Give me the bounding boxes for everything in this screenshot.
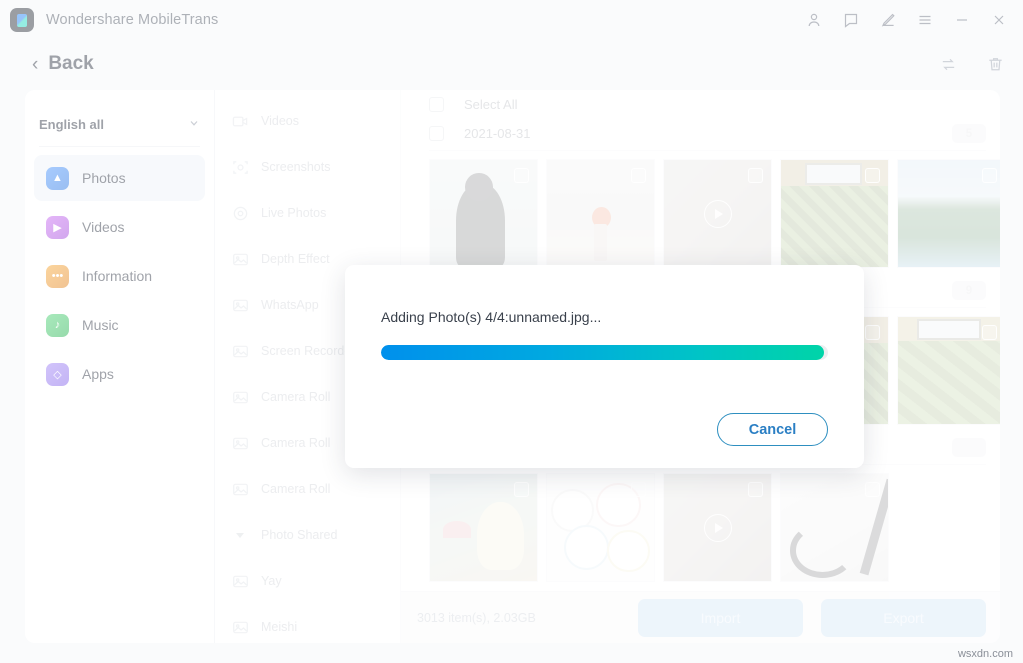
cancel-button[interactable]: Cancel	[717, 413, 828, 446]
dialog-actions: Cancel	[381, 413, 828, 446]
progress-status-text: Adding Photo(s) 4/4:unnamed.jpg...	[381, 309, 602, 325]
progress-bar-track	[381, 345, 828, 360]
progress-dialog: Adding Photo(s) 4/4:unnamed.jpg... Cance…	[345, 265, 864, 468]
watermark: wsxdn.com	[957, 648, 1013, 660]
progress-bar-fill	[381, 345, 824, 360]
app-window: Wondershare MobileTrans	[0, 0, 1023, 663]
